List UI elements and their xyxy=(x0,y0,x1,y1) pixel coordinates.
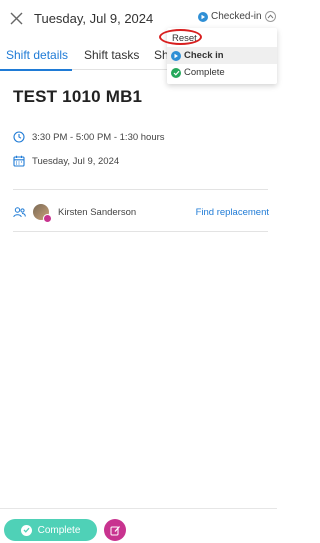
clock-icon xyxy=(13,131,25,143)
menu-item-complete[interactable]: Complete xyxy=(167,64,277,81)
status-dropdown[interactable]: Checked-in xyxy=(198,11,276,22)
menu-item-reset[interactable]: Reset xyxy=(167,30,277,47)
close-icon xyxy=(10,12,22,24)
play-icon xyxy=(198,11,208,22)
menu-item-label: Complete xyxy=(184,67,225,78)
tab-shift-tasks[interactable]: Shift tasks xyxy=(84,48,139,62)
edit-icon xyxy=(110,525,120,535)
complete-button-label: Complete xyxy=(37,524,81,536)
play-icon xyxy=(171,50,181,61)
avatar xyxy=(33,204,52,223)
shift-date-row: Tuesday, Jul 9, 2024 xyxy=(13,155,119,167)
menu-item-label: Check in xyxy=(184,50,224,61)
divider xyxy=(13,231,268,232)
check-icon xyxy=(171,67,181,78)
edit-button[interactable] xyxy=(104,519,126,541)
page-title: Tuesday, Jul 9, 2024 xyxy=(34,11,154,26)
avatar-badge xyxy=(43,214,52,223)
status-label: Checked-in xyxy=(211,11,262,22)
shift-time: 3:30 PM - 5:00 PM - 1:30 hours xyxy=(32,131,165,143)
footer-bar: Complete xyxy=(0,508,277,543)
complete-button[interactable]: Complete xyxy=(4,519,97,541)
calendar-icon xyxy=(13,155,25,167)
shift-title: TEST 1010 MB1 xyxy=(13,87,143,106)
shift-time-row: 3:30 PM - 5:00 PM - 1:30 hours xyxy=(13,131,165,143)
find-replacement-link[interactable]: Find replacement xyxy=(196,207,269,218)
active-tab-indicator xyxy=(0,69,72,71)
people-icon xyxy=(13,206,26,217)
check-icon xyxy=(20,524,32,536)
close-button[interactable] xyxy=(6,8,26,28)
menu-item-check-in[interactable]: Check in xyxy=(167,47,277,64)
assignee-name: Kirsten Sanderson xyxy=(58,206,137,218)
tab-shift-details[interactable]: Shift details xyxy=(6,48,68,62)
assignee-row: Kirsten Sanderson Find replacement xyxy=(13,203,269,223)
chevron-up-icon xyxy=(264,11,276,22)
shift-date: Tuesday, Jul 9, 2024 xyxy=(32,155,120,167)
divider xyxy=(13,189,268,190)
status-menu: Reset Check in Complete xyxy=(167,28,277,84)
menu-item-label: Reset xyxy=(172,33,197,44)
